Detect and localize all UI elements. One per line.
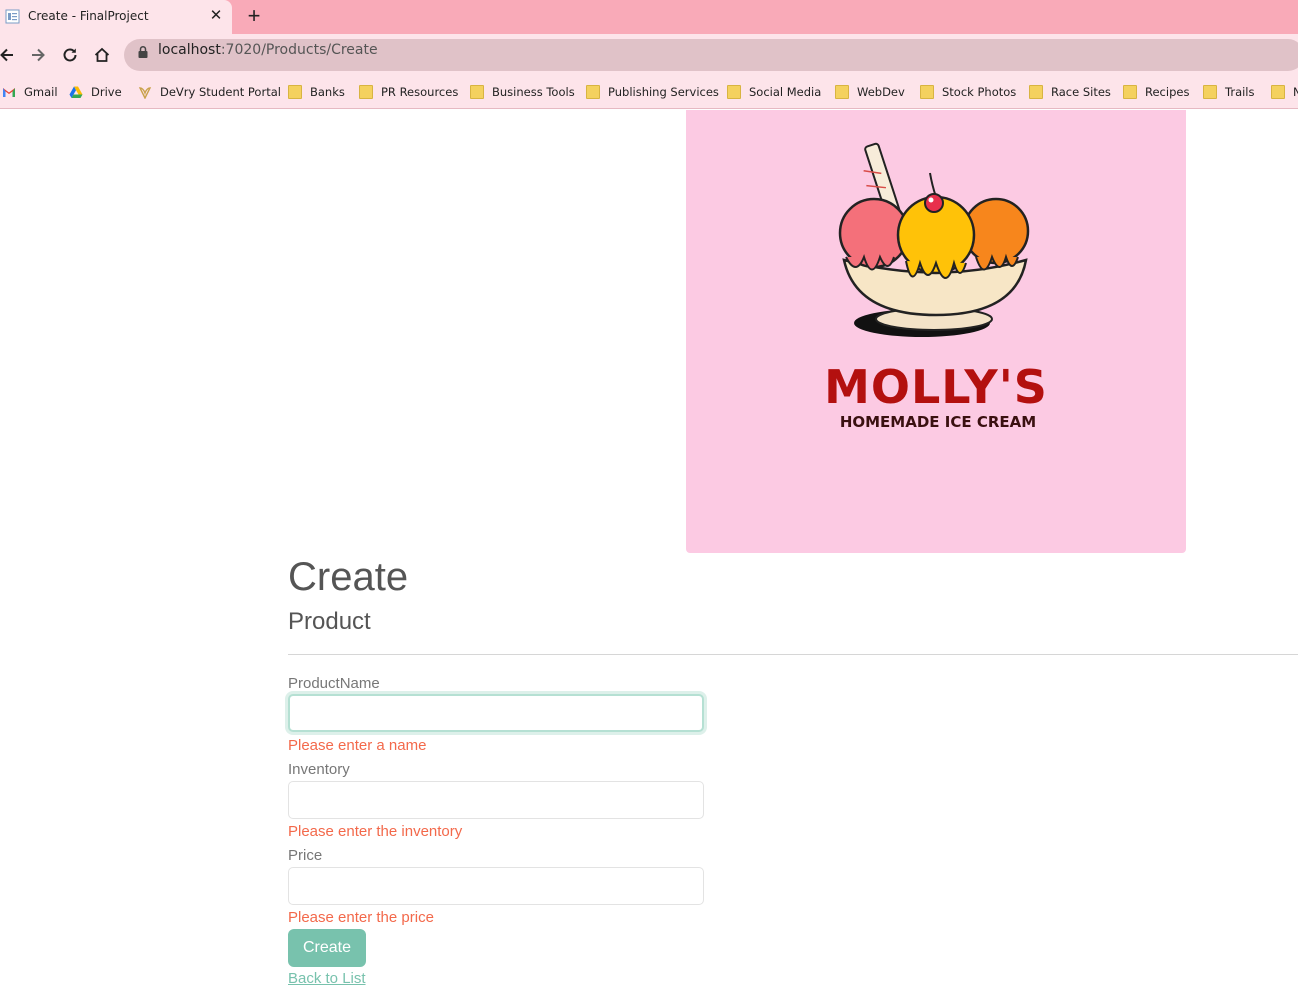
bookmark-label: Gmail [24,85,58,99]
url-path: :7020/Products/Create [220,42,378,58]
mollys-logo: MOLLY'S HOMEMADE ICE CREAM [826,142,1046,431]
devry-icon [138,87,152,99]
bookmark-folder-stock-photos[interactable]: Stock Photos [920,83,1016,101]
product-name-input[interactable] [288,694,704,732]
bookmark-folder-business-tools[interactable]: Business Tools [470,83,575,101]
folder-icon [288,85,302,99]
new-tab-button[interactable]: + [244,5,264,27]
inventory-input[interactable] [288,781,704,819]
bookmark-devry-portal[interactable]: DeVry Student Portal [138,83,281,101]
bookmark-label: Business Tools [492,85,575,99]
tab-strip: Create - FinalProject ✕ + [0,0,1298,34]
logo-title-text: MOLLY'S [826,360,1046,414]
browser-tab-active[interactable]: Create - FinalProject ✕ [0,0,232,34]
folder-icon [920,85,934,99]
folder-icon [727,85,741,99]
back-arrow-icon[interactable] [0,44,18,66]
header-banner: MOLLY'S HOMEMADE ICE CREAM [686,110,1186,553]
forward-arrow-icon[interactable] [27,44,49,66]
bookmark-label: Race Sites [1051,85,1111,99]
price-label: Price [288,847,323,864]
lock-icon[interactable] [137,45,149,59]
folder-icon [359,85,373,99]
bookmark-folder-publishing-services[interactable]: Publishing Services [586,83,719,101]
inventory-label: Inventory [288,761,350,778]
page-subtitle: Product [288,608,371,635]
bookmark-label: Recipes [1145,85,1190,99]
folder-icon [1203,85,1217,99]
reload-icon[interactable] [59,44,81,66]
bookmark-gmail[interactable]: Gmail [2,83,58,101]
price-input[interactable] [288,867,704,905]
bookmark-folder-banks[interactable]: Banks [288,83,345,101]
folder-icon [1271,85,1285,99]
bookmark-label: N [1293,85,1298,99]
bookmark-folder-social-media[interactable]: Social Media [727,83,821,101]
bookmark-folder-race-sites[interactable]: Race Sites [1029,83,1111,101]
tab-close-icon[interactable]: ✕ [208,7,224,25]
bookmark-label: Trails [1225,85,1255,99]
browser-toolbar: localhost:7020/Products/Create [0,34,1298,76]
bookmark-folder-pr-resources[interactable]: PR Resources [359,83,458,101]
folder-icon [1029,85,1043,99]
bookmark-label: Social Media [749,85,822,99]
price-error: Please enter the price [288,909,434,926]
folder-icon [1123,85,1137,99]
bookmark-label: DeVry Student Portal [160,85,281,99]
bookmark-folder-recipes[interactable]: Recipes [1123,83,1189,101]
bookmark-label: WebDev [857,85,905,99]
bookmark-label: PR Resources [381,85,459,99]
page-favicon-icon [5,9,20,24]
bookmark-folder-webdev[interactable]: WebDev [835,83,905,101]
back-to-list-link[interactable]: Back to List [288,970,366,987]
folder-icon [835,85,849,99]
product-name-label: ProductName [288,675,380,692]
drive-icon [69,86,83,98]
bookmark-label: Publishing Services [608,85,719,99]
gmail-icon [3,88,15,97]
page-title: Create [288,555,409,599]
create-button[interactable]: Create [288,929,366,967]
tab-title: Create - FinalProject [28,9,149,23]
bookmark-folder-n[interactable]: N [1271,83,1298,101]
bookmarks-bar: Gmail Drive DeVry Student Portal Banks P… [0,76,1298,109]
bookmark-label: Banks [310,85,345,99]
bookmark-folder-trails[interactable]: Trails [1203,83,1255,101]
url-host: localhost [158,42,221,58]
home-icon[interactable] [91,44,113,66]
logo-subtitle-text: HOMEMADE ICE CREAM [840,413,1036,431]
url-text[interactable]: localhost:7020/Products/Create [158,42,378,58]
bookmark-label: Stock Photos [942,85,1017,99]
folder-icon [586,85,600,99]
bookmark-label: Drive [91,85,122,99]
section-divider [288,654,1298,655]
bookmark-drive[interactable]: Drive [69,83,122,101]
inventory-error: Please enter the inventory [288,823,463,840]
product-name-error: Please enter a name [288,737,427,754]
folder-icon [470,85,484,99]
